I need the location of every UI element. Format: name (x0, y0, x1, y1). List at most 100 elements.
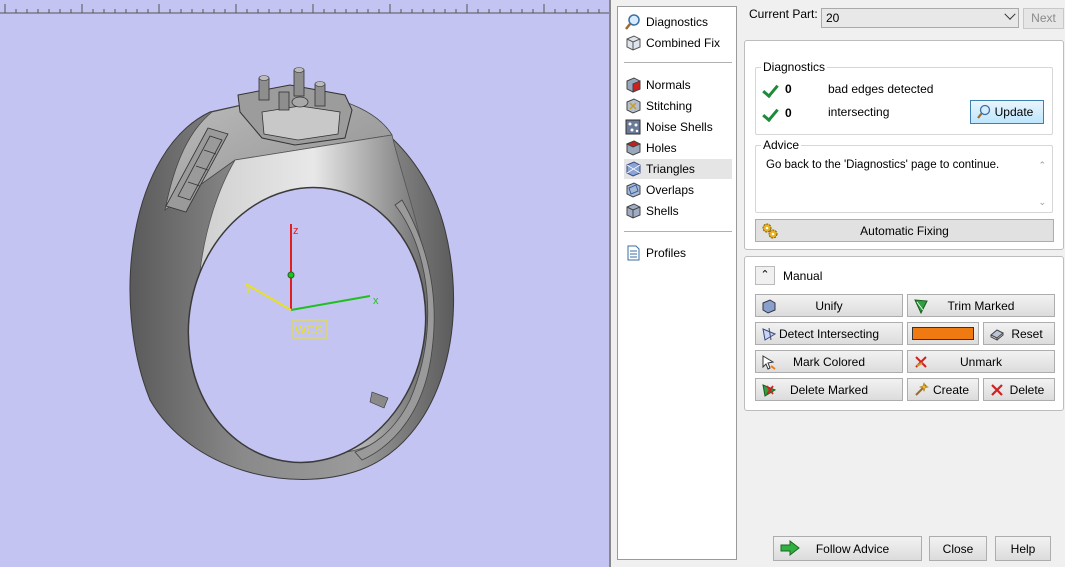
mark-colored-label: Mark Colored (792, 354, 866, 369)
triangles-cube-icon (624, 160, 642, 178)
nav-item-shells[interactable]: Shells (624, 201, 732, 221)
x-axis-label: x (373, 295, 379, 307)
manual-title: Manual (783, 269, 823, 283)
nav-item-label: Normals (646, 78, 691, 92)
document-icon (624, 244, 642, 262)
collapse-chevron-icon[interactable]: ⌃ (755, 266, 775, 285)
eraser-icon (989, 326, 1005, 342)
overlaps-cube-icon (624, 181, 642, 199)
ruler (0, 4, 609, 14)
nav-item-label: Noise Shells (646, 120, 713, 134)
delete-triangle-icon (761, 382, 777, 398)
update-label: Update (994, 105, 1034, 119)
y-axis-label: y (246, 282, 252, 294)
nav-item-noise-shells[interactable]: Noise Shells (624, 117, 732, 137)
intersect-icon (761, 326, 777, 342)
trim-marked-button[interactable]: Trim Marked (907, 294, 1055, 317)
stitching-cube-icon (624, 97, 642, 115)
diagnostics-group: Diagnostics 0 bad edges detected 0 inter… (755, 60, 1053, 135)
nav-item-stitching[interactable]: Stitching (624, 96, 732, 116)
create-button[interactable]: Create (907, 378, 979, 401)
mark-colored-button[interactable]: Mark Colored (755, 350, 903, 373)
bad-edges-count: 0 (785, 82, 792, 96)
unify-button[interactable]: Unify (755, 294, 903, 317)
nav-item-label: Stitching (646, 99, 693, 113)
reset-label: Reset (1011, 326, 1043, 341)
nav-item-label: Diagnostics (646, 15, 709, 29)
unmark-label: Unmark (959, 354, 1002, 369)
unmark-button[interactable]: Unmark (907, 350, 1055, 373)
advice-text: Go back to the 'Diagnostics' page to con… (766, 159, 1000, 171)
unify-label: Unify (815, 298, 843, 313)
cube-icon (624, 34, 642, 52)
create-icon (913, 382, 929, 398)
diagnostics-title: Diagnostics (761, 60, 828, 74)
delete-label: Delete (1009, 382, 1045, 397)
next-button[interactable]: Next (1023, 8, 1064, 29)
advice-group: Advice Go back to the 'Diagnostics' page… (755, 138, 1053, 213)
delete-button[interactable]: Delete (983, 378, 1055, 401)
wcs-label: WCS (295, 323, 323, 337)
check-icon (764, 82, 780, 96)
nav-item-profiles[interactable]: Profiles (624, 243, 732, 263)
diagnostics-panel: Diagnostics 0 bad edges detected 0 inter… (744, 40, 1064, 250)
create-label: Create (932, 382, 970, 397)
color-swatch (912, 327, 974, 340)
nav-item-label: Overlaps (646, 183, 695, 197)
nav-item-normals[interactable]: Normals (624, 75, 732, 95)
chevron-down-icon (1004, 8, 1016, 20)
unify-cube-icon (761, 298, 777, 314)
scroll-down-icon[interactable]: ⌄ (1038, 197, 1046, 208)
nav-item-overlaps[interactable]: Overlaps (624, 180, 732, 200)
nav-separator (624, 231, 732, 232)
follow-advice-button[interactable]: Follow Advice (773, 536, 922, 561)
magnifier-icon (976, 104, 992, 120)
trim-icon (913, 298, 929, 315)
close-label: Close (942, 541, 974, 556)
close-button[interactable]: Close (929, 536, 987, 561)
green-arrow-icon (780, 539, 800, 557)
nav-item-label: Combined Fix (646, 36, 721, 50)
color-picker-button[interactable] (907, 322, 979, 345)
manual-panel: ⌃ Manual Unify Trim Marked Detect Inters… (744, 256, 1064, 411)
bad-edges-text: bad edges detected (828, 82, 934, 96)
nav-item-label: Triangles (646, 162, 695, 176)
help-button[interactable]: Help (995, 536, 1051, 561)
mark-icon (761, 354, 777, 370)
magnifier-icon (624, 13, 642, 31)
intersecting-count: 0 (785, 106, 792, 120)
detect-intersecting-label: Detect Intersecting (778, 326, 880, 341)
update-button[interactable]: Update (970, 100, 1044, 124)
gears-icon (761, 222, 778, 239)
delete-icon (989, 382, 1005, 398)
holes-cube-icon (624, 139, 642, 157)
delete-marked-button[interactable]: Delete Marked (755, 378, 903, 401)
nav-item-combined-fix[interactable]: Combined Fix (624, 33, 732, 53)
current-part-label: Current Part: (749, 7, 818, 21)
delete-marked-label: Delete Marked (789, 382, 869, 397)
intersecting-text: intersecting triangles detected (828, 106, 923, 120)
z-axis-label: z (293, 225, 299, 237)
trim-marked-label: Trim Marked (947, 298, 1015, 313)
nav-item-triangles[interactable]: Triangles (624, 159, 732, 179)
nav-item-diagnostics[interactable]: Diagnostics (624, 12, 732, 32)
unmark-icon (913, 354, 929, 370)
follow-advice-label: Follow Advice (815, 541, 890, 556)
automatic-fixing-label: Automatic Fixing (860, 223, 949, 238)
help-label: Help (1010, 541, 1036, 556)
3d-viewport[interactable]: z x y WCS (0, 0, 609, 567)
current-part-value: 20 (826, 11, 840, 25)
nav-item-label: Profiles (646, 246, 687, 260)
scroll-up-icon[interactable]: ⌃ (1038, 160, 1046, 171)
check-icon (764, 106, 780, 120)
fix-nav-list: Diagnostics Combined Fix Normals Stitchi… (617, 6, 737, 560)
nav-item-label: Holes (646, 141, 677, 155)
noise-shells-icon (624, 118, 642, 136)
reset-button[interactable]: Reset (983, 322, 1055, 345)
ring-model: z x y WCS (129, 67, 455, 480)
current-part-select[interactable]: 20 (821, 8, 1019, 28)
fix-panel: Diagnostics Combined Fix Normals Stitchi… (609, 0, 1065, 567)
detect-intersecting-button[interactable]: Detect Intersecting (755, 322, 903, 345)
nav-item-holes[interactable]: Holes (624, 138, 732, 158)
automatic-fixing-button[interactable]: Automatic Fixing (755, 219, 1054, 242)
